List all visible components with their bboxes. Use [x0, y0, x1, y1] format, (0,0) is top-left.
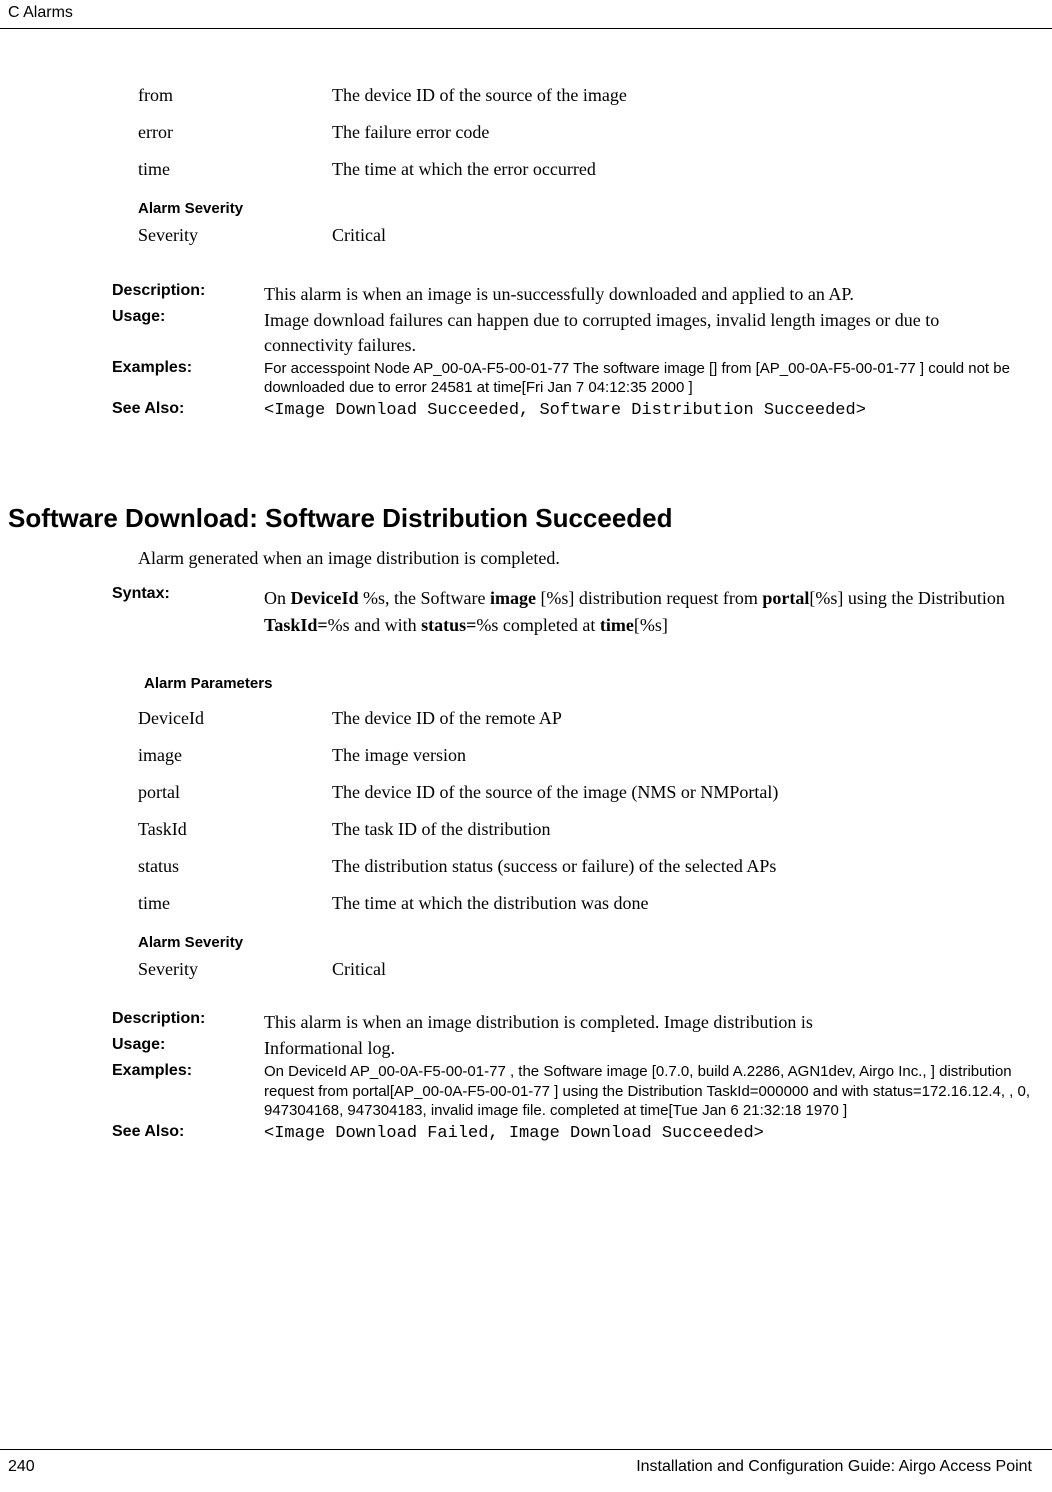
seealso-label: See Also:: [112, 400, 264, 423]
param-name: time: [138, 159, 332, 180]
b: portal: [762, 588, 809, 608]
examples-label: Examples:: [112, 1062, 264, 1121]
syntax-label: Syntax:: [112, 585, 264, 639]
b: DeviceId: [291, 588, 359, 608]
description-label: Description:: [112, 1010, 264, 1034]
param-name: error: [138, 122, 332, 143]
examples-row: Examples: On DeviceId AP_00-0A-F5-00-01-…: [138, 1062, 1032, 1121]
severity-label: Severity: [138, 959, 332, 980]
page-footer: 240 Installation and Configuration Guide…: [0, 1449, 1052, 1492]
b: TaskId=: [264, 615, 328, 635]
examples-row: Examples: For accesspoint Node AP_00-0A-…: [138, 359, 1032, 398]
severity-value: Critical: [332, 225, 1032, 246]
usage-label: Usage:: [112, 308, 264, 357]
alarm-severity-header: Alarm Severity: [138, 200, 1032, 217]
usage-text: Informational log.: [264, 1036, 1032, 1060]
syntax-row: Syntax: On DeviceId %s, the Software ima…: [138, 585, 1032, 639]
description-label: Description:: [112, 282, 264, 306]
page-header: C Alarms: [0, 0, 1052, 29]
t: %s and with: [328, 615, 422, 635]
param-name: time: [138, 893, 332, 914]
severity-row: Severity Critical: [138, 225, 1032, 246]
t: [%s]: [634, 615, 668, 635]
footer-title: Installation and Configuration Guide: Ai…: [636, 1458, 1032, 1476]
usage-row: Usage: Informational log.: [138, 1036, 1032, 1060]
param-row: status The distribution status (success …: [138, 856, 1032, 877]
param-desc: The image version: [332, 745, 1032, 766]
param-name: portal: [138, 782, 332, 803]
t: [%s] distribution request from: [536, 588, 762, 608]
alarm-severity-header: Alarm Severity: [138, 934, 1032, 951]
t: [%s] using the Distribution: [809, 588, 1005, 608]
examples-label: Examples:: [112, 359, 264, 398]
param-name: from: [138, 85, 332, 106]
param-row: image The image version: [138, 745, 1032, 766]
main-content-2: Alarm generated when an image distributi…: [0, 548, 1052, 1146]
b: image: [490, 588, 536, 608]
description-row: Description: This alarm is when an image…: [138, 282, 1032, 306]
param-row: TaskId The task ID of the distribution: [138, 819, 1032, 840]
examples-text: On DeviceId AP_00-0A-F5-00-01-77 , the S…: [264, 1062, 1032, 1121]
param-name: image: [138, 745, 332, 766]
param-row: time The time at which the error occurre…: [138, 159, 1032, 180]
usage-label: Usage:: [112, 1036, 264, 1060]
b: time: [600, 615, 634, 635]
description-row: Description: This alarm is when an image…: [138, 1010, 1032, 1034]
syntax-text: On DeviceId %s, the Software image [%s] …: [264, 585, 1032, 639]
main-content: from The device ID of the source of the …: [0, 85, 1052, 423]
param-desc: The device ID of the remote AP: [332, 708, 1032, 729]
page-number: 240: [8, 1458, 35, 1476]
param-row: DeviceId The device ID of the remote AP: [138, 708, 1032, 729]
description-text: This alarm is when an image distribution…: [264, 1010, 1032, 1034]
seealso-row: See Also: <Image Download Failed, Image …: [138, 1123, 1032, 1146]
param-row: portal The device ID of the source of th…: [138, 782, 1032, 803]
severity-label: Severity: [138, 225, 332, 246]
param-name: TaskId: [138, 819, 332, 840]
param-desc: The time at which the distribution was d…: [332, 893, 1032, 914]
severity-row: Severity Critical: [138, 959, 1032, 980]
header-section: C Alarms: [8, 4, 73, 21]
param-desc: The failure error code: [332, 122, 1032, 143]
param-desc: The distribution status (success or fail…: [332, 856, 1032, 877]
description-text: This alarm is when an image is un-succes…: [264, 282, 1032, 306]
section-intro: Alarm generated when an image distributi…: [138, 548, 1032, 569]
seealso-label: See Also:: [112, 1123, 264, 1146]
severity-value: Critical: [332, 959, 1032, 980]
param-name: DeviceId: [138, 708, 332, 729]
section-heading: Software Download: Software Distribution…: [8, 503, 1052, 534]
alarm-parameters-header: Alarm Parameters: [138, 675, 1032, 692]
param-row: from The device ID of the source of the …: [138, 85, 1032, 106]
seealso-text: <Image Download Failed, Image Download S…: [264, 1123, 1032, 1146]
t: %s, the Software: [358, 588, 489, 608]
param-name: status: [138, 856, 332, 877]
seealso-text: <Image Download Succeeded, Software Dist…: [264, 400, 1032, 423]
t: On: [264, 588, 291, 608]
usage-row: Usage: Image download failures can happe…: [138, 308, 1032, 357]
param-desc: The time at which the error occurred: [332, 159, 1032, 180]
param-desc: The task ID of the distribution: [332, 819, 1032, 840]
param-row: time The time at which the distribution …: [138, 893, 1032, 914]
seealso-row: See Also: <Image Download Succeeded, Sof…: [138, 400, 1032, 423]
examples-text: For accesspoint Node AP_00-0A-F5-00-01-7…: [264, 359, 1032, 398]
b: status=: [421, 615, 476, 635]
param-desc: The device ID of the source of the image…: [332, 782, 1032, 803]
t: %s completed at: [476, 615, 599, 635]
usage-text: Image download failures can happen due t…: [264, 308, 1032, 357]
param-desc: The device ID of the source of the image: [332, 85, 1032, 106]
param-row: error The failure error code: [138, 122, 1032, 143]
